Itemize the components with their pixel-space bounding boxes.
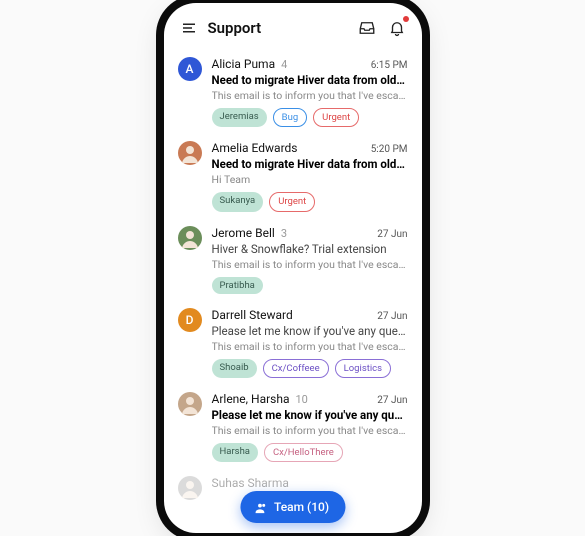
thread-count: 3 (281, 227, 287, 240)
conversation-body: Amelia Edwards 5:20 PM Need to migrate Hiv… (212, 141, 408, 211)
conversation-body: Arlene, Harsha 10 27 Jun Please let me know… (212, 392, 408, 462)
avatar (178, 226, 202, 250)
phone-frame: Support A Alicia Puma 4 6:15 PM Need to migr… (164, 3, 422, 533)
label-tag[interactable]: Bug (273, 108, 308, 127)
inbox-icon[interactable] (356, 17, 378, 39)
preview-text: Hi Team (212, 173, 408, 186)
conversation-body: Jerome Bell 3 27 Jun Hiver & Snowflake? Tri… (212, 226, 408, 294)
assignee-tag[interactable]: Shoaib (212, 359, 257, 378)
timestamp: 27 Jun (377, 229, 407, 240)
conversation-list: A Alicia Puma 4 6:15 PM Need to migrate Hive… (164, 49, 422, 533)
conversation-item[interactable]: A Alicia Puma 4 6:15 PM Need to migrate Hive… (164, 49, 422, 133)
conversation-item[interactable]: D Darrell Steward 27 Jun Please let me know… (164, 300, 422, 384)
conversation-item[interactable]: Amelia Edwards 5:20 PM Need to migrate Hiv… (164, 133, 422, 217)
preview-text: This email is to inform you that I've es… (212, 89, 408, 102)
subject-line: Please let me know if you've any questio… (212, 408, 408, 422)
avatar: D (178, 308, 202, 332)
page-title: Support (208, 19, 262, 37)
label-tag[interactable]: Cx/Coffeee (263, 359, 329, 378)
thread-count: 4 (281, 58, 287, 71)
team-button[interactable]: Team (10) (240, 491, 345, 523)
menu-icon[interactable] (178, 17, 200, 39)
assignee-tag[interactable]: Sukanya (212, 192, 264, 211)
preview-text: This email is to inform you that I've es… (212, 340, 408, 353)
subject-line: Need to migrate Hiver data from old Gmai… (212, 73, 408, 87)
tag-row: Pratibha (212, 277, 408, 294)
preview-text: This email is to inform you that I've es… (212, 424, 408, 437)
assignee-tag[interactable]: Pratibha (212, 277, 263, 294)
sender-name: Arlene, Harsha (212, 392, 290, 406)
team-icon (252, 500, 267, 515)
timestamp: 27 Jun (377, 311, 407, 322)
avatar (178, 141, 202, 165)
sender-name: Amelia Edwards (212, 141, 298, 155)
tag-row: Sukanya Urgent (212, 192, 408, 211)
label-tag[interactable]: Logistics (335, 359, 391, 378)
sender-name: Alicia Puma (212, 57, 276, 71)
subject-line: Need to migrate Hiver data from old …… (212, 157, 408, 171)
label-tag[interactable]: Urgent (269, 192, 315, 211)
timestamp: 6:15 PM (371, 60, 408, 71)
tag-row: Harsha Cx/HelloThere (212, 443, 408, 462)
tag-row: Shoaib Cx/Coffeee Logistics (212, 359, 408, 378)
conversation-item[interactable]: Arlene, Harsha 10 27 Jun Please let me know… (164, 384, 422, 468)
tag-row: Jeremias Bug Urgent (212, 108, 408, 127)
label-tag[interactable]: Urgent (313, 108, 359, 127)
sender-name: Jerome Bell (212, 226, 275, 240)
avatar (178, 392, 202, 416)
conversation-body: Alicia Puma 4 6:15 PM Need to migrate Hiver… (212, 57, 408, 127)
assignee-tag[interactable]: Harsha (212, 443, 258, 462)
conversation-body: Darrell Steward 27 Jun Please let me know … (212, 308, 408, 378)
avatar: A (178, 57, 202, 81)
preview-text: This email is to inform you that I've es… (212, 258, 408, 271)
thread-count: 10 (296, 393, 308, 406)
timestamp: 27 Jun (377, 395, 407, 406)
subject-line: Please let me know if you've any questio… (212, 324, 408, 338)
avatar (178, 476, 202, 500)
sender-name: Suhas Sharma (212, 476, 289, 490)
label-tag[interactable]: Cx/HelloThere (264, 443, 343, 462)
notification-dot (403, 16, 409, 22)
team-button-label: Team (10) (274, 500, 329, 514)
bell-icon[interactable] (386, 17, 408, 39)
assignee-tag[interactable]: Jeremias (212, 108, 267, 127)
timestamp: 5:20 PM (371, 144, 408, 155)
subject-line: Hiver & Snowflake? Trial extension (212, 242, 408, 256)
sender-name: Darrell Steward (212, 308, 293, 322)
app-header: Support (164, 3, 422, 49)
conversation-item[interactable]: Jerome Bell 3 27 Jun Hiver & Snowflake? Tri… (164, 218, 422, 300)
